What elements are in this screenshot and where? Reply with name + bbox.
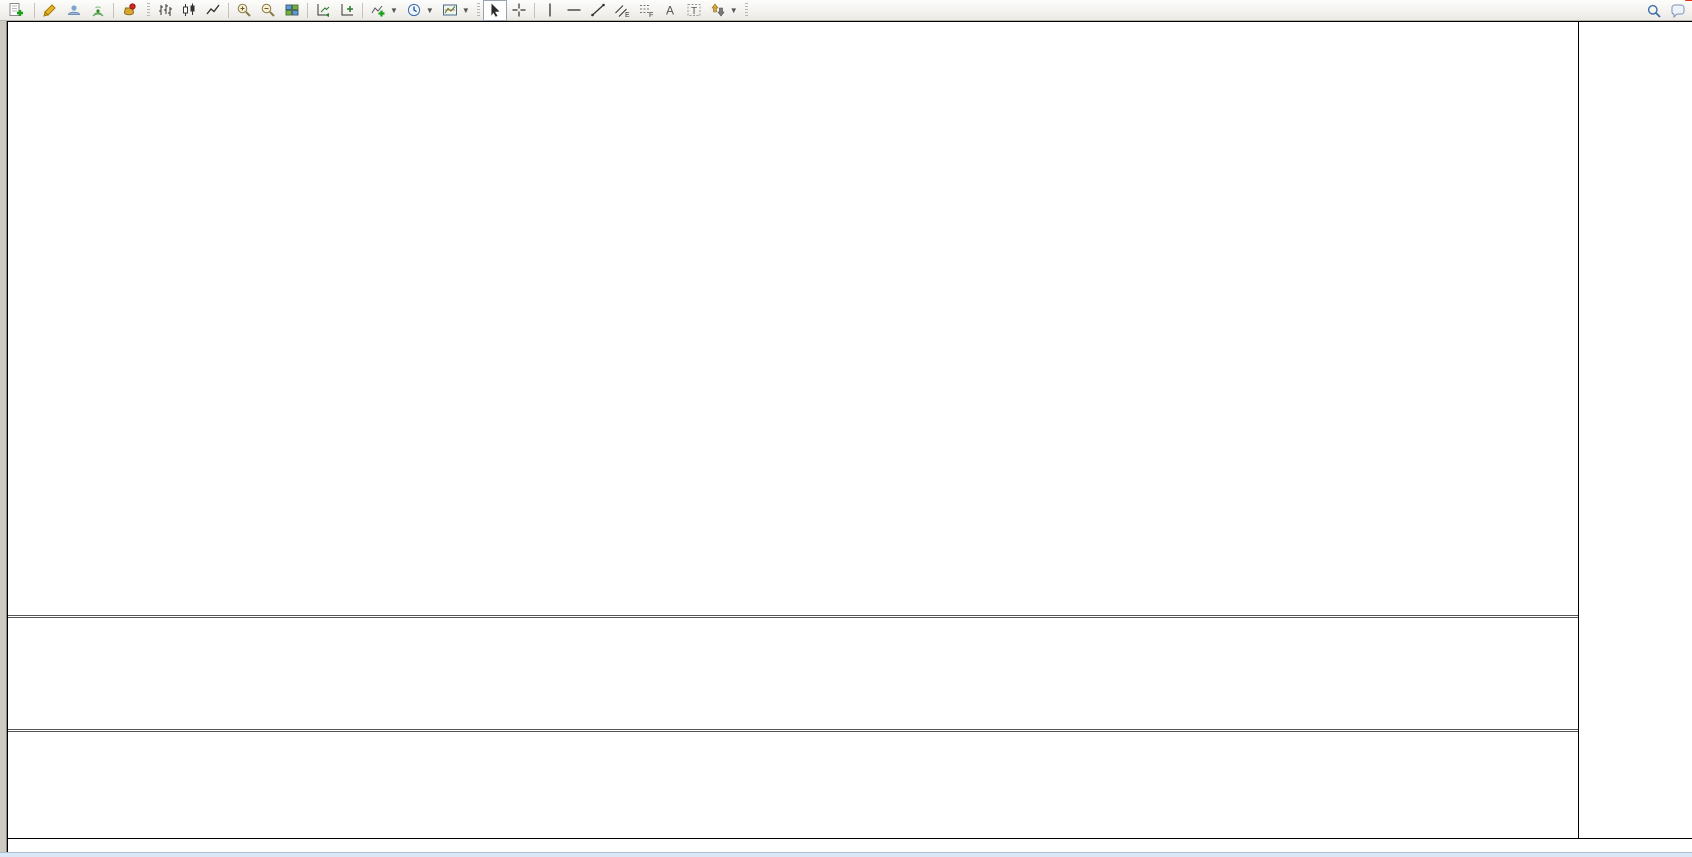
text-tool-button[interactable]: A — [658, 0, 682, 21]
candlestick-mode-button[interactable] — [177, 0, 201, 21]
zoom-in-icon — [236, 2, 252, 18]
styler-icon — [42, 2, 58, 18]
arrow-objects-icon — [710, 2, 726, 18]
chart-window-button-2[interactable] — [335, 0, 359, 21]
notifications-chat-icon[interactable] — [1670, 3, 1686, 19]
crosshair-tool-button[interactable] — [507, 0, 531, 21]
search-icon[interactable] — [1646, 3, 1662, 19]
macd-panel[interactable] — [8, 618, 1578, 729]
candlestick-icon — [181, 2, 197, 18]
crosshair-icon — [511, 2, 527, 18]
label-tool-button[interactable]: T — [682, 0, 706, 21]
chart-axes-plus-icon — [339, 2, 355, 18]
community-cloud-icon — [66, 2, 82, 18]
new-order-button[interactable] — [4, 0, 31, 21]
tile-windows-icon — [284, 2, 300, 18]
signals-button[interactable] — [86, 0, 110, 21]
auto-trading-icon — [121, 2, 137, 18]
equidistant-channel-icon: E — [614, 2, 630, 18]
templates-button[interactable]: ▼ — [438, 0, 474, 21]
notification-badge — [1685, 0, 1692, 1]
fibonacci-icon: F — [638, 2, 654, 18]
horizontal-line-tool-button[interactable] — [562, 0, 586, 21]
new-order-icon — [8, 2, 24, 18]
main-toolbar: ▼ ▼ ▼ E — [0, 0, 1692, 21]
zoom-in-button[interactable] — [232, 0, 256, 21]
community-button[interactable] — [62, 0, 86, 21]
svg-text:T: T — [691, 6, 697, 17]
periods-button[interactable]: ▼ — [402, 0, 438, 21]
metatrader-terminal: { "toolbar": { "new_order_label": "新订单",… — [0, 0, 1692, 857]
styler-button[interactable] — [38, 0, 62, 21]
template-icon — [442, 2, 458, 18]
text-icon: A — [662, 2, 678, 18]
dropdown-arrow-icon: ▼ — [390, 6, 398, 15]
clock-icon — [406, 2, 422, 18]
dropdown-arrow-icon: ▼ — [426, 6, 434, 15]
price-axis[interactable] — [1578, 22, 1692, 838]
dropdown-arrow-icon: ▼ — [462, 6, 470, 15]
chart-symbol-label — [16, 27, 25, 39]
trendline-tool-button[interactable] — [586, 0, 610, 21]
trendline-icon — [590, 2, 606, 18]
line-chart-mode-button[interactable] — [201, 0, 225, 21]
chart-window — [7, 21, 1692, 852]
horizontal-line-icon — [566, 2, 582, 18]
rsi-panel[interactable] — [8, 732, 1578, 838]
vertical-line-icon — [542, 2, 558, 18]
arrows-tool-button[interactable]: ▼ — [706, 0, 742, 21]
zoom-out-button[interactable] — [256, 0, 280, 21]
toolbar-right-group — [1646, 1, 1686, 20]
vertical-line-tool-button[interactable] — [538, 0, 562, 21]
bar-chart-icon — [157, 2, 173, 18]
channel-tool-button[interactable]: E — [610, 0, 634, 21]
zoom-out-icon — [260, 2, 276, 18]
add-indicator-icon — [370, 2, 386, 18]
window-left-edge — [0, 21, 7, 852]
tile-windows-button[interactable] — [280, 0, 304, 21]
main-price-chart[interactable] — [8, 22, 1578, 615]
svg-text:A: A — [666, 4, 674, 18]
add-indicator-button[interactable]: ▼ — [366, 0, 402, 21]
svg-text:E: E — [625, 12, 630, 18]
line-chart-icon — [205, 2, 221, 18]
text-label-icon: T — [686, 2, 702, 18]
chart-window-button-1[interactable] — [311, 0, 335, 21]
svg-text:F: F — [649, 12, 653, 18]
auto-trading-button[interactable] — [117, 0, 144, 21]
signals-icon — [90, 2, 106, 18]
dropdown-arrow-icon: ▼ — [730, 6, 738, 15]
cursor-icon — [487, 2, 503, 18]
status-strip — [0, 852, 1692, 857]
bar-chart-mode-button[interactable] — [153, 0, 177, 21]
fibonacci-tool-button[interactable]: F — [634, 0, 658, 21]
chart-axes-icon — [315, 2, 331, 18]
cursor-tool-button[interactable] — [483, 0, 507, 21]
